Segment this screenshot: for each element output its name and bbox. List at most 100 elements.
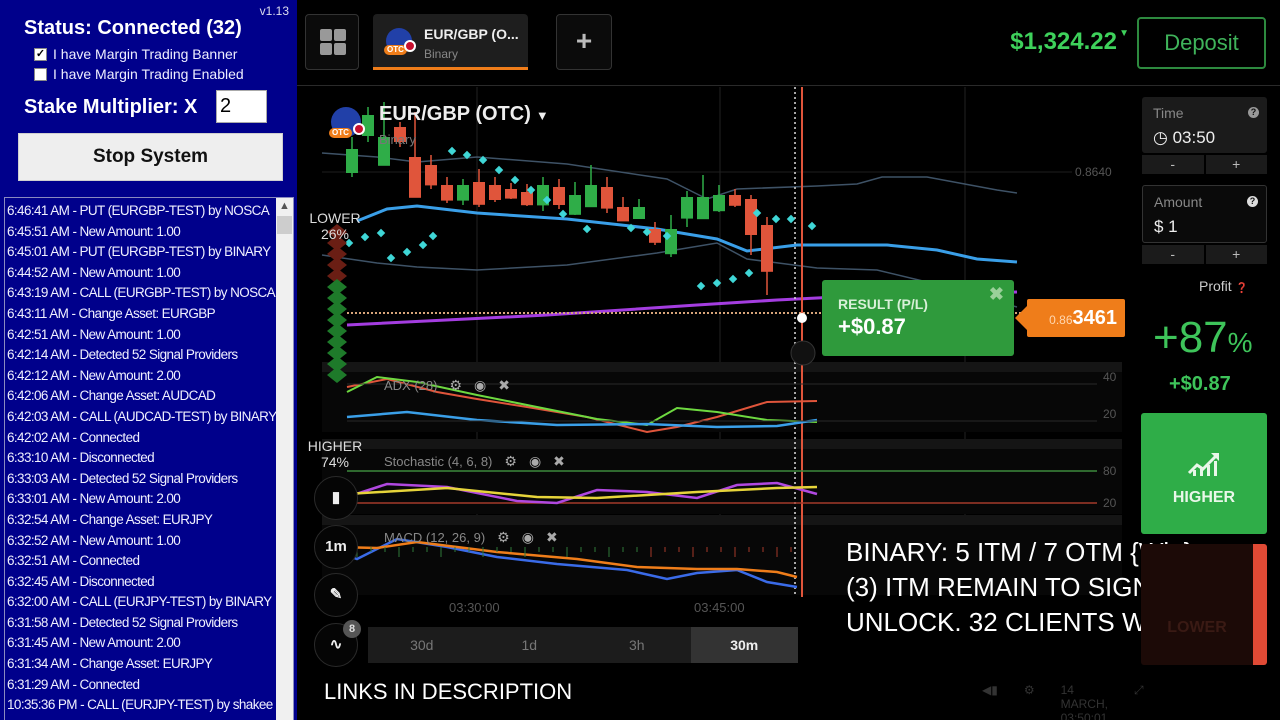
sar-dot bbox=[696, 281, 706, 291]
amount-decrease-button[interactable]: - bbox=[1142, 245, 1204, 264]
candle-body bbox=[585, 185, 597, 208]
checkbox-unchecked-icon[interactable] bbox=[34, 67, 47, 81]
adx-level-40: 40 bbox=[1103, 370, 1117, 384]
eye-icon[interactable]: ◉ bbox=[474, 377, 486, 394]
drawing-tool-button[interactable]: ✎ bbox=[314, 573, 358, 617]
connection-status: Status: Connected (32) bbox=[24, 17, 242, 39]
help-icon[interactable]: ? bbox=[1248, 107, 1259, 118]
profit-amount: +$0.87 bbox=[1169, 373, 1231, 395]
clock-icon: ◷ bbox=[1153, 128, 1168, 147]
adx-label: ADX (28) bbox=[384, 378, 438, 393]
profit-label-text: Profit bbox=[1199, 278, 1232, 294]
log-entry: 6:31:29 AM - Connected bbox=[7, 676, 140, 692]
amount-value[interactable]: $ 1 bbox=[1154, 217, 1178, 237]
checkbox-checked-icon[interactable]: ✓ bbox=[34, 47, 47, 61]
eu-flag-icon: OTC bbox=[384, 28, 416, 55]
deposit-button[interactable]: Deposit bbox=[1137, 17, 1266, 69]
higher-button[interactable]: HIGHER bbox=[1141, 413, 1267, 534]
stop-system-button[interactable]: Stop System bbox=[18, 133, 283, 181]
add-asset-button[interactable]: + bbox=[556, 14, 612, 70]
activity-log[interactable]: 6:46:41 AM - PUT (EURGBP-TEST) by NOSCA 6… bbox=[4, 197, 294, 720]
candle-body bbox=[489, 185, 501, 200]
amount-stepper: - + bbox=[1142, 245, 1267, 264]
macd-label: MACD (12, 26, 9) bbox=[384, 530, 486, 545]
scroll-up-icon[interactable]: ▲ bbox=[276, 198, 293, 215]
asset-tab-eurgbp[interactable]: OTC EUR/GBP (O... Binary bbox=[373, 14, 528, 70]
log-entry: 6:44:52 AM - New Amount: 1.00 bbox=[7, 264, 181, 280]
version-label: v1.13 bbox=[259, 4, 289, 18]
adx-indicator: ADX (28) ⚙ ◉ ✖ bbox=[384, 377, 510, 394]
amount-label: Amount bbox=[1154, 194, 1203, 210]
time-label: Time bbox=[1153, 105, 1184, 121]
scroll-thumb[interactable] bbox=[277, 216, 292, 234]
time-decrease-button[interactable]: - bbox=[1142, 155, 1204, 174]
account-balance[interactable]: $1,324.22 ▼ bbox=[1010, 28, 1129, 56]
time-increase-button[interactable]: + bbox=[1205, 155, 1267, 174]
log-entry: 6:31:34 AM - Change Asset: EURJPY bbox=[7, 656, 213, 672]
candle-body bbox=[617, 207, 629, 222]
lower-percent: 26% bbox=[320, 226, 350, 242]
log-entry: 6:43:19 AM - CALL (EURGBP-TEST) by NOSCA bbox=[7, 285, 276, 301]
sar-dot bbox=[376, 228, 386, 238]
grid-menu-button[interactable] bbox=[305, 14, 359, 70]
close-icon[interactable]: ✖ bbox=[553, 453, 565, 470]
flag-marker bbox=[790, 340, 816, 366]
lower-button[interactable]: LOWER bbox=[1141, 544, 1267, 665]
sar-dot bbox=[744, 268, 754, 278]
log-entry: 6:42:03 AM - CALL (AUDCAD-TEST) by BINAR… bbox=[7, 408, 277, 424]
close-icon[interactable]: ✖ bbox=[498, 377, 510, 394]
eye-icon[interactable]: ◉ bbox=[522, 529, 534, 546]
timeframe-button[interactable]: 1m bbox=[314, 525, 358, 569]
help-icon[interactable]: ? bbox=[1247, 196, 1258, 207]
log-list: 6:46:41 AM - PUT (EURGBP-TEST) by NOSCA 6… bbox=[7, 201, 279, 716]
log-entry: 6:32:52 AM - New Amount: 1.00 bbox=[7, 532, 181, 548]
help-icon[interactable]: ❓ bbox=[1236, 283, 1248, 294]
stochastic-label: Stochastic (4, 6, 8) bbox=[384, 454, 493, 469]
log-entry: 6:45:51 AM - New Amount: 1.00 bbox=[7, 223, 181, 239]
candle-body bbox=[729, 195, 741, 206]
volume-icon[interactable]: ◀▮ bbox=[982, 683, 998, 720]
chart-type-button[interactable]: ▮ bbox=[314, 476, 358, 520]
higher-label: HIGHER bbox=[1172, 489, 1236, 506]
settings-icon[interactable]: ⚙ bbox=[1024, 683, 1035, 720]
log-entry: 6:32:51 AM - Connected bbox=[7, 553, 140, 569]
pencil-icon: ✎ bbox=[329, 586, 343, 603]
price-chart[interactable]: OTC EUR/GBP (OTC) ▼ Binary LOWER 26% HIGH… bbox=[297, 87, 1200, 720]
price-point bbox=[797, 313, 807, 323]
price-axis-label: 0.8640 bbox=[1075, 165, 1112, 179]
balance-value: $1,324.22 bbox=[1010, 28, 1117, 55]
amount-field[interactable]: Amount ? $ 1 bbox=[1142, 185, 1267, 243]
gear-icon[interactable]: ⚙ bbox=[449, 377, 462, 394]
amount-increase-button[interactable]: + bbox=[1205, 245, 1267, 264]
margin-banner-checkbox[interactable]: ✓ I have Margin Trading Banner bbox=[34, 46, 237, 62]
log-entry: 6:43:11 AM - Change Asset: EURGBP bbox=[7, 305, 216, 321]
time-field[interactable]: Time ? ◷ 03:50 bbox=[1142, 97, 1267, 153]
period-3h[interactable]: 3h bbox=[583, 627, 691, 663]
candle-body bbox=[745, 199, 757, 235]
period-30d[interactable]: 30d bbox=[368, 627, 476, 663]
price-suffix: 3461 bbox=[1072, 307, 1118, 329]
log-entry: 6:32:00 AM - CALL (EURJPY-TEST) by BINAR… bbox=[7, 594, 272, 610]
period-30m[interactable]: 30m bbox=[690, 627, 798, 663]
close-icon[interactable]: ✖ bbox=[546, 529, 558, 546]
eu-flag-icon: OTC bbox=[329, 107, 365, 138]
bot-panel: v1.13 Status: Connected (32) ✓ I have Ma… bbox=[0, 0, 297, 720]
time-value: ◷ 03:50 bbox=[1153, 128, 1215, 148]
period-1d[interactable]: 1d bbox=[476, 627, 584, 663]
stake-multiplier-input[interactable]: 2 bbox=[216, 90, 267, 123]
log-entry: 6:33:03 AM - Detected 52 Signal Provider… bbox=[7, 470, 238, 486]
trading-app: OTC EUR/GBP (O... Binary + $1,324.22 ▼ De… bbox=[297, 0, 1280, 720]
sar-dot bbox=[558, 209, 568, 219]
lower-label: LOWER bbox=[309, 210, 361, 226]
close-icon[interactable]: ✖ bbox=[989, 284, 1004, 305]
log-scrollbar[interactable]: ▲ bbox=[276, 198, 293, 720]
eye-icon[interactable]: ◉ bbox=[529, 453, 541, 470]
margin-enabled-checkbox[interactable]: I have Margin Trading Enabled bbox=[34, 66, 244, 82]
log-entry: 6:33:01 AM - New Amount: 2.00 bbox=[7, 491, 181, 507]
asset-selector[interactable]: EUR/GBP (OTC) ▼ bbox=[379, 103, 549, 126]
chart-footer: ◀▮ ⚙ 14 MARCH, 03:50:01 ⤢ bbox=[982, 683, 1144, 720]
gear-icon[interactable]: ⚙ bbox=[497, 529, 510, 546]
gear-icon[interactable]: ⚙ bbox=[504, 453, 517, 470]
current-price-tag: 0.863461 bbox=[1015, 299, 1125, 337]
indicators-button[interactable]: ∿ 8 bbox=[314, 620, 361, 667]
